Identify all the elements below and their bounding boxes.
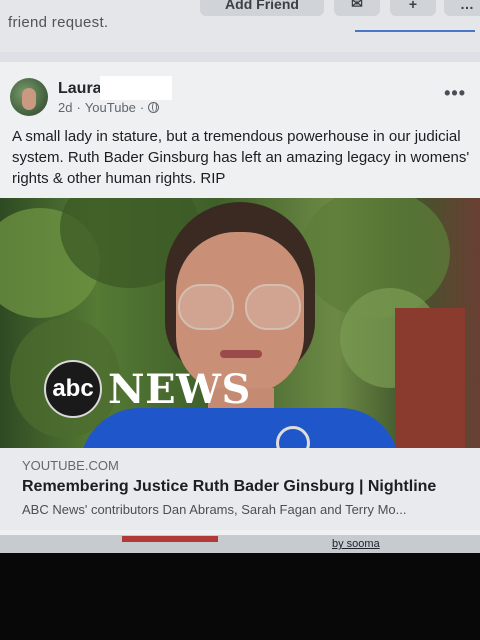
messenger-button[interactable]: ✉ (334, 0, 380, 16)
post-card: Laura 2d · YouTube · ••• A small lady in… (0, 62, 480, 545)
monitor-bezel (0, 553, 480, 640)
post-text: A small lady in stature, but a tremendou… (12, 128, 470, 187)
post-meta: 2d · YouTube · (58, 100, 160, 115)
news-wordmark: NEWS (108, 366, 251, 413)
link-source: YOUTUBE.COM (22, 458, 119, 473)
post-options-icon[interactable]: ••• (444, 84, 466, 102)
glasses-left (178, 284, 234, 330)
link-preview[interactable]: YOUTUBE.COM Remembering Justice Ruth Bad… (0, 448, 480, 530)
add-button[interactable]: + (390, 0, 436, 16)
active-underline (355, 30, 475, 32)
credit-text: by sooma (332, 538, 380, 550)
more-options-button[interactable]: … (444, 0, 480, 16)
taskbar-tab[interactable] (122, 536, 218, 542)
avatar[interactable] (10, 78, 48, 116)
brick-wall (395, 308, 465, 448)
post-source: YouTube (84, 100, 136, 115)
mouth-shape (220, 350, 262, 358)
link-description: ABC News' contributors Dan Abrams, Sarah… (22, 502, 407, 517)
post-author-name[interactable]: Laura (58, 80, 102, 98)
add-friend-button[interactable]: Add Friend (200, 0, 324, 16)
meta-separator: · (139, 100, 145, 115)
link-title[interactable]: Remembering Justice Ruth Bader Ginsburg … (22, 478, 436, 496)
add-friend-label: Add Friend (225, 0, 299, 12)
abc-logo: abc (44, 360, 102, 418)
robe-shape (80, 408, 400, 448)
globe-icon (148, 102, 160, 113)
messenger-icon: ✉ (351, 0, 363, 11)
previous-post-footer: Add Friend ✉ + … friend request. (0, 0, 480, 52)
glasses-right (245, 284, 301, 330)
video-thumbnail[interactable]: abc NEWS (0, 198, 480, 448)
more-icon: … (460, 0, 474, 12)
screen: Add Friend ✉ + … friend request. Laura 2… (0, 0, 480, 545)
taskbar (0, 535, 480, 553)
plus-icon: + (408, 0, 418, 12)
friend-request-text: friend request. (8, 14, 109, 31)
meta-separator: · (76, 100, 81, 115)
redacted-surname (100, 76, 172, 100)
abc-logo-text: abc (52, 375, 94, 402)
post-time[interactable]: 2d (58, 100, 72, 115)
